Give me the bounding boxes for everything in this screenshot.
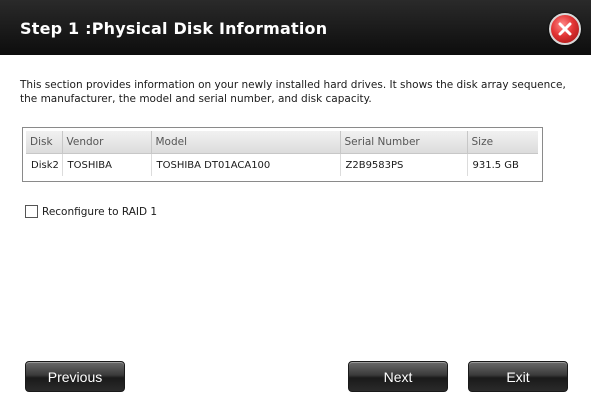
column-header-disk[interactable]: Disk xyxy=(26,131,63,154)
description-text: This section provides information on you… xyxy=(20,79,566,105)
disk-table: Disk Vendor Model Serial Number Size Dis… xyxy=(26,131,538,176)
cell-model: TOSHIBA DT01ACA100 xyxy=(151,153,341,176)
table-row[interactable]: Disk2 TOSHIBA TOSHIBA DT01ACA100 Z2B9583… xyxy=(26,153,538,176)
reconfigure-raid-checkbox[interactable] xyxy=(25,205,38,218)
disk-table-frame: Disk Vendor Model Serial Number Size Dis… xyxy=(22,127,543,182)
cell-size: 931.5 GB xyxy=(472,159,519,171)
column-header-vendor[interactable]: Vendor xyxy=(62,131,152,154)
cell-vendor: TOSHIBA xyxy=(62,153,152,176)
next-button[interactable]: Next xyxy=(348,361,448,392)
column-header-serial-number[interactable]: Serial Number xyxy=(340,131,468,154)
column-header-size[interactable]: Size xyxy=(467,131,538,154)
dialog-title: Step 1 :Physical Disk Information xyxy=(20,19,328,38)
exit-button[interactable]: Exit xyxy=(468,361,568,392)
cell-disk: Disk2 xyxy=(26,153,63,176)
previous-button[interactable]: Previous xyxy=(25,361,125,392)
reconfigure-raid-label[interactable]: Reconfigure to RAID 1 xyxy=(42,206,157,218)
physical-disk-dialog: Step 1 :Physical Disk Information This s… xyxy=(0,0,591,420)
close-icon xyxy=(558,22,572,36)
table-header-row: Disk Vendor Model Serial Number Size xyxy=(26,131,538,154)
cell-serial-number: Z2B9583PS xyxy=(340,153,468,176)
close-button[interactable] xyxy=(549,13,581,45)
column-header-model[interactable]: Model xyxy=(151,131,341,154)
reconfigure-raid-option: Reconfigure to RAID 1 xyxy=(25,205,157,218)
title-bar: Step 1 :Physical Disk Information xyxy=(0,0,591,55)
